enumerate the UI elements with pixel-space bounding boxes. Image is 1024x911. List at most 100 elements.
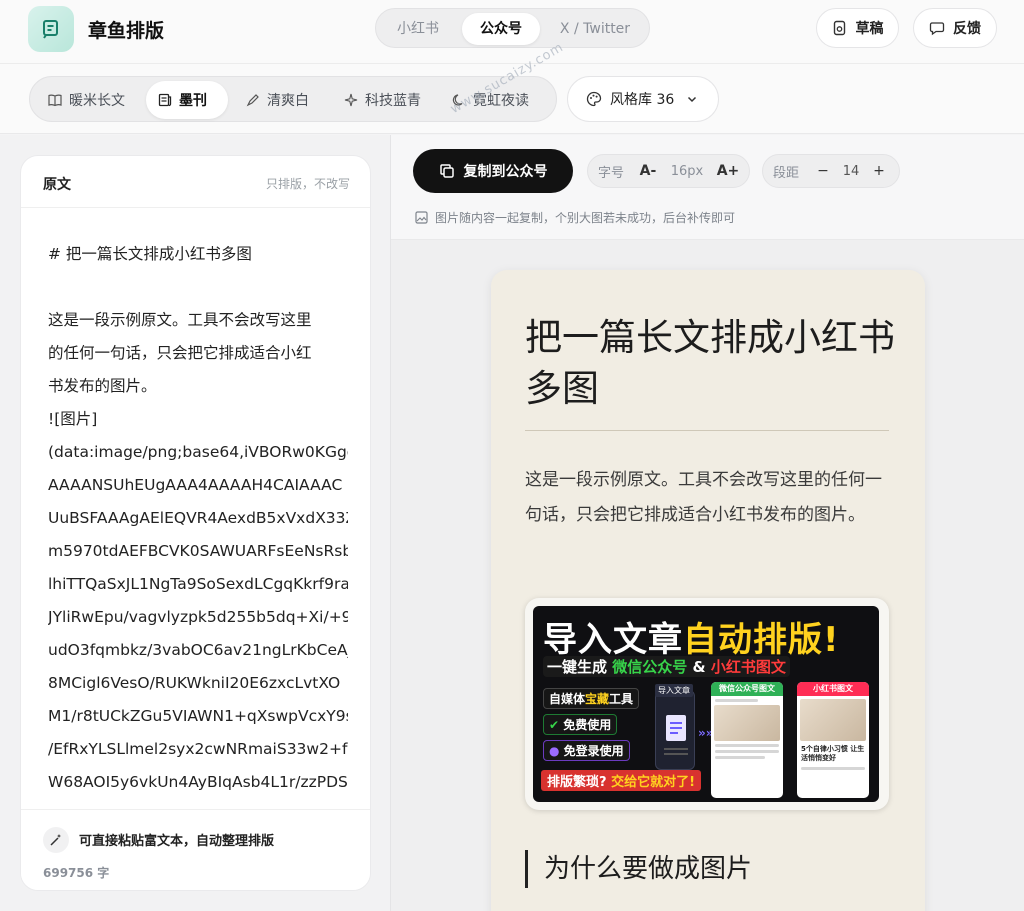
editor-line: M1/r8tUCkZGu5VIAWN1+qXswpVcxY9s <box>48 707 348 725</box>
user-icon: ● <box>549 744 564 758</box>
tab-x-twitter[interactable]: X / Twitter <box>546 13 644 45</box>
sparkle-icon <box>344 93 358 107</box>
font-decrease-button[interactable]: A- <box>634 163 662 179</box>
article-preview: 把一篇长文排成小红书多图 这是一段示例原文。工具不会改写这里的任何一句话，只会把… <box>491 270 925 911</box>
editor-line: 的任何一句话，只会把它排成适合小红 <box>48 344 312 362</box>
pen-nib-icon <box>246 94 259 107</box>
banner-tag3: 免登录使用 <box>563 744 624 758</box>
copy-icon <box>439 164 454 178</box>
style-bar: 暖米长文 墨刊 清爽白 科技蓝青 霓虹夜读 风格库 36 www.sucaizy… <box>0 40 1024 134</box>
palette-icon <box>586 91 602 107</box>
banner-sub-b: 微信公众号 <box>612 658 688 676</box>
preview-toolbar: 复制到公众号 字号 A- 16px A+ 段距 − 14 + 图片随内容一起复制… <box>391 135 1024 240</box>
tab-wechat-official[interactable]: 公众号 <box>462 13 540 45</box>
banner-bottom-b: 交给它就对了! <box>611 775 696 790</box>
banner-headline: 导入文章自动排版! <box>543 612 840 661</box>
editor-line: udO3fqmbkz/3vabOC6av21ngLrKbCeAj <box>48 641 348 659</box>
banner-bottom-a: 排版繁琐? <box>547 775 612 790</box>
style-warm-rice[interactable]: 暖米长文 <box>36 81 137 119</box>
banner-tag1-a: 自媒体 <box>549 692 586 706</box>
feedback-button[interactable]: 反馈 <box>913 8 997 48</box>
style-tech-blue[interactable]: 科技蓝青 <box>332 81 433 119</box>
source-editor-card: 原文 只排版，不改写 # 把一篇长文排成小红书多图 这是一段示例原文。工具不会改… <box>20 155 371 891</box>
preview-panel: 复制到公众号 字号 A- 16px A+ 段距 − 14 + 图片随内容一起复制… <box>390 135 1024 911</box>
preview-image-frame: 导入文章自动排版! 一键生成 微信公众号 & 小红书图文 自媒体宝藏工具 ✔ 免… <box>525 598 889 810</box>
editor-hint: 只排版，不改写 <box>265 177 350 191</box>
editor-line: AAAANSUhEUgAAA4AAAAH4CAIAAAC <box>48 476 343 494</box>
check-icon: ✔ <box>549 718 564 732</box>
banner-sub-c: & <box>692 658 706 676</box>
copy-note: 图片随内容一起复制，个别大图若未成功，后台补传即可 <box>415 209 735 226</box>
font-size-label: 字号 <box>597 165 624 181</box>
font-size-control: 字号 A- 16px A+ <box>587 154 750 188</box>
spacing-value: 14 <box>842 163 860 179</box>
banner-tag-free: ✔ 免费使用 <box>543 714 618 735</box>
spacing-increase-button[interactable]: + <box>865 163 893 179</box>
drafts-label: 草稿 <box>855 21 884 37</box>
tab-xiaohongshu[interactable]: 小红书 <box>382 13 454 45</box>
platform-switcher: 小红书 公众号 X / Twitter <box>375 8 650 48</box>
preview-title: 把一篇长文排成小红书多图 <box>525 316 895 410</box>
banner-doc-label: 导入文章 <box>655 684 693 697</box>
drafts-icon <box>833 20 845 36</box>
editor-line: m5970tdAEFBCVK0SAWUARFsEeNsRsbt <box>48 542 348 560</box>
banner-sub-d: 小红书图文 <box>710 658 786 676</box>
font-size-value: 16px <box>670 163 704 179</box>
banner-tag1-b: 宝藏 <box>585 692 610 706</box>
banner-headline-a: 导入文章 <box>543 620 683 660</box>
char-count: 699756 字 <box>43 866 110 880</box>
editor-line: 书发布的图片。 <box>48 377 157 395</box>
style-library-label: 风格库 36 <box>610 92 675 108</box>
paragraph-spacing-control: 段距 − 14 + <box>762 154 900 188</box>
editor-line: W68AOI5y6vkUn4AyBIqAsb4L1r/zzPDS <box>48 773 348 791</box>
editor-line: JYliRwEpu/vagvlyzpk5d255b5dq+Xi/+9 <box>48 608 348 626</box>
title-divider <box>525 430 889 431</box>
banner-tag2: 免费使用 <box>563 718 612 732</box>
editor-title: 原文 <box>43 177 71 193</box>
banner-wechat-card: 微信公众号图文 <box>711 682 783 798</box>
wechat-card-header: 微信公众号图文 <box>711 682 783 696</box>
feedback-label: 反馈 <box>953 21 981 37</box>
book-open-icon <box>48 94 62 107</box>
logo-icon <box>43 20 58 39</box>
style-ink-journal[interactable]: 墨刊 <box>146 81 228 119</box>
banner-tag-tool: 自媒体宝藏工具 <box>543 688 640 709</box>
document-icon <box>664 715 688 755</box>
editor-footer: 可直接粘贴富文本，自动整理排版 699756 字 <box>21 809 370 890</box>
promo-banner-image: 导入文章自动排版! 一键生成 微信公众号 & 小红书图文 自媒体宝藏工具 ✔ 免… <box>533 606 879 802</box>
xhs-card-text: 5个自律小习惯 让生活悄悄变好 <box>801 745 865 762</box>
paste-hint: 可直接粘贴富文本，自动整理排版 <box>79 834 275 849</box>
app-logo <box>28 6 74 52</box>
editor-line: lhiTTQaSxJL1NgTa9SoSexdLCgqKkrf9raI <box>48 575 348 593</box>
chat-bubble-icon <box>929 22 945 36</box>
editor-line: (data:image/png;base64,iVBORw0KGgo <box>48 443 348 461</box>
style-fresh-white[interactable]: 清爽白 <box>234 81 321 119</box>
card-photo <box>714 705 780 741</box>
card-line <box>801 767 865 770</box>
editor-line: # 把一篇长文排成小红书多图 <box>48 245 252 263</box>
drafts-button[interactable]: 草稿 <box>816 8 899 48</box>
style-label: 清爽白 <box>267 93 309 109</box>
spacing-label: 段距 <box>772 165 799 181</box>
editor-line: 8MCigl6VesO/RUKWkniI20E6zxcLvtXO <box>48 674 341 692</box>
copy-to-wechat-button[interactable]: 复制到公众号 <box>413 149 573 193</box>
app-title: 章鱼排版 <box>88 20 165 42</box>
card-line <box>715 744 779 747</box>
editor-line: ![图片] <box>48 410 98 428</box>
top-bar: 章鱼排版 小红书 公众号 X / Twitter 草稿 反馈 <box>0 0 1024 64</box>
card-line <box>715 699 759 702</box>
banner-tag1-c: 工具 <box>609 692 634 706</box>
preview-heading-2: 为什么要做成图片 <box>525 850 752 888</box>
preview-paragraph: 这是一段示例原文。工具不会改写这里的任何一句话，只会把它排成适合小红书发布的图片… <box>525 470 882 525</box>
style-library-button[interactable]: 风格库 36 <box>567 76 719 122</box>
spacing-decrease-button[interactable]: − <box>809 163 837 179</box>
style-label: 暖米长文 <box>69 93 125 109</box>
banner-subline: 一键生成 微信公众号 & 小红书图文 <box>543 656 790 677</box>
editor-line: 这是一段示例原文。工具不会改写这里 <box>48 311 312 329</box>
source-textarea[interactable]: # 把一篇长文排成小红书多图 这是一段示例原文。工具不会改写这里 的任何一句话，… <box>48 238 348 799</box>
editor-line: UuBSFAAAgAElEQVR4AexdB5xVxdX33Z <box>48 509 348 527</box>
image-icon <box>415 211 428 224</box>
newspaper-icon <box>158 93 172 107</box>
font-increase-button[interactable]: A+ <box>712 163 744 179</box>
card-photo <box>800 699 866 741</box>
